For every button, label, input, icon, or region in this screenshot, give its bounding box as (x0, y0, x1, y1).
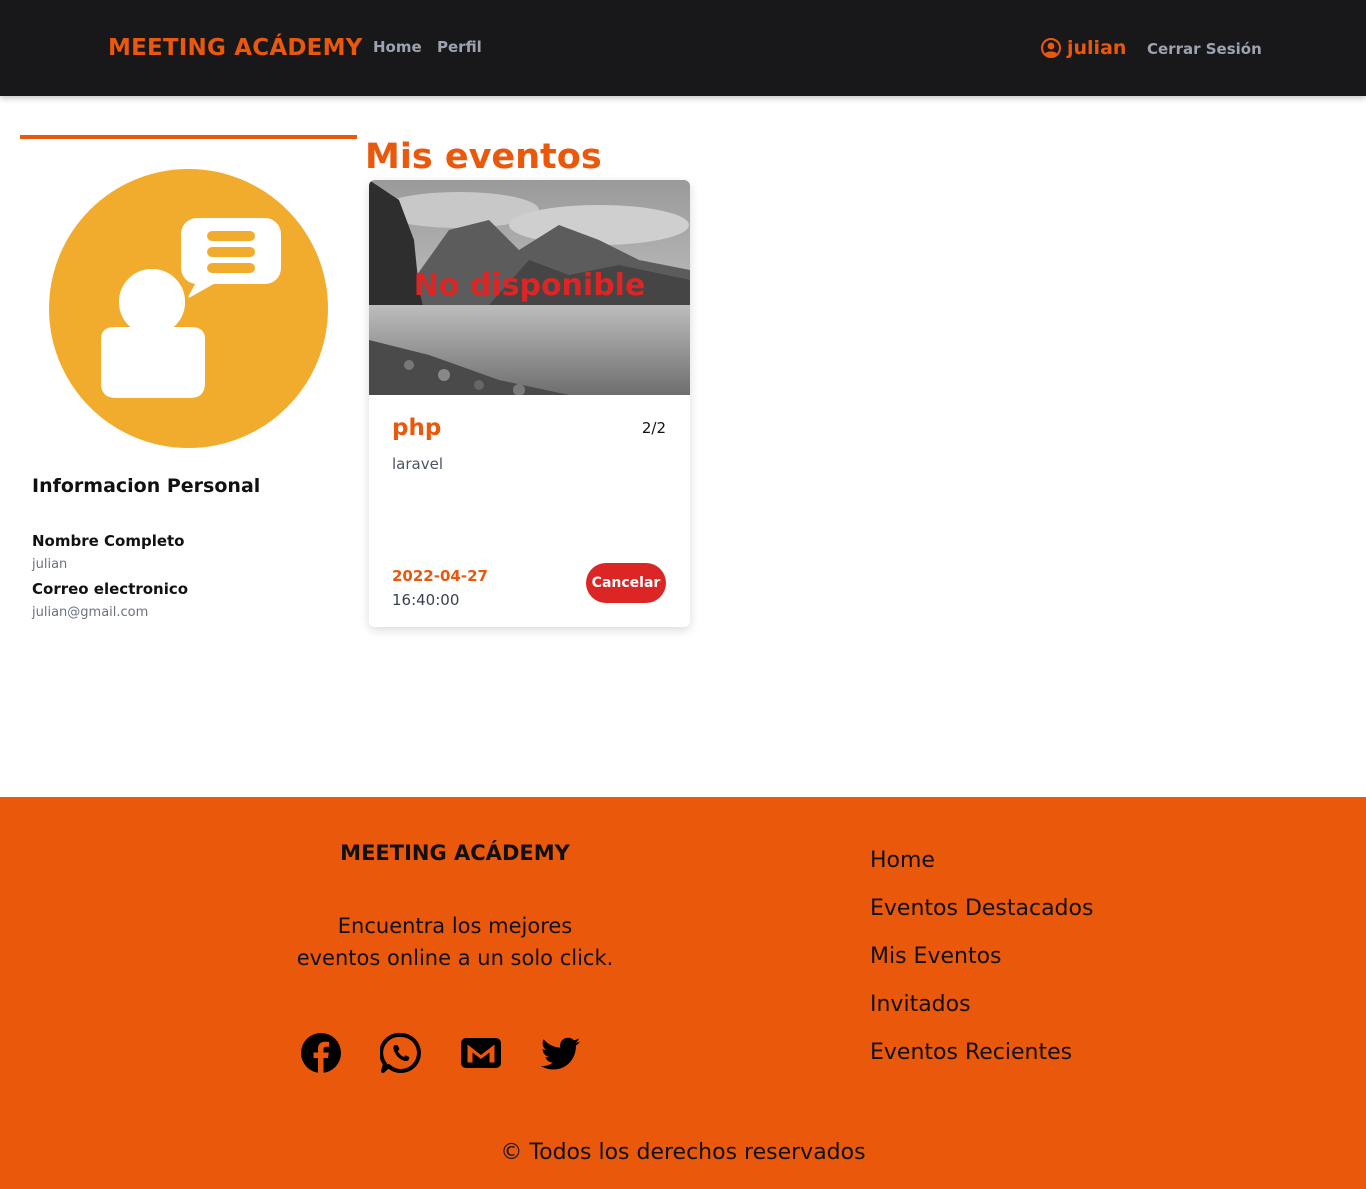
email-value: julian@gmail.com (32, 605, 149, 620)
full-name-value: julian (32, 557, 68, 572)
email-label: Correo electronico (32, 580, 189, 598)
footer: MEETING ACÁDEMY Encuentra los mejores ev… (0, 797, 1366, 1189)
attendee-count: 2/2 (641, 419, 666, 437)
top-navbar: MEETING ACÁDEMY Home Perfil julian Cerra… (0, 0, 1366, 96)
gmail-icon[interactable] (460, 1032, 502, 1074)
user-circle-icon (1041, 38, 1061, 58)
logout-link[interactable]: Cerrar Sesión (1147, 40, 1262, 58)
footer-link-eventos-destacados[interactable]: Eventos Destacados (870, 896, 1093, 921)
footer-tagline: Encuentra los mejores eventos online a u… (205, 910, 705, 974)
personal-info-heading: Informacion Personal (32, 475, 261, 497)
footer-link-home[interactable]: Home (870, 848, 935, 873)
whatsapp-icon[interactable] (380, 1032, 422, 1074)
twitter-icon[interactable] (540, 1032, 582, 1074)
footer-brand: MEETING ACÁDEMY (340, 841, 570, 865)
brand-logo[interactable]: MEETING ACÁDEMY (108, 35, 363, 61)
footer-link-invitados[interactable]: Invitados (870, 992, 971, 1017)
cancel-button[interactable]: Cancelar (586, 563, 666, 603)
event-card[interactable]: No disponible php 2/2 laravel 2022-04-27… (369, 180, 690, 627)
copyright: © Todos los derechos reservados (500, 1140, 866, 1165)
facebook-icon[interactable] (300, 1032, 342, 1074)
event-name: php (392, 415, 442, 441)
avatar-chat-icon (49, 169, 328, 448)
event-date: 2022-04-27 (392, 567, 488, 585)
full-name-label: Nombre Completo (32, 532, 185, 550)
footer-link-eventos-recientes[interactable]: Eventos Recientes (870, 1040, 1072, 1065)
my-events-heading: Mis eventos (365, 137, 602, 177)
nav-link-home[interactable]: Home (373, 38, 422, 56)
profile-divider (20, 135, 357, 139)
tagline-line-1: Encuentra los mejores (337, 914, 573, 938)
event-time: 16:40:00 (392, 591, 460, 609)
event-description: laravel (392, 455, 443, 473)
footer-link-mis-eventos[interactable]: Mis Eventos (870, 944, 1002, 969)
nav-link-perfil[interactable]: Perfil (437, 38, 482, 56)
unavailable-overlay: No disponible (413, 268, 646, 303)
user-name: julian (1067, 37, 1127, 59)
user-menu[interactable]: julian (1041, 37, 1126, 59)
tagline-line-2: eventos online a un solo click. (296, 946, 614, 970)
